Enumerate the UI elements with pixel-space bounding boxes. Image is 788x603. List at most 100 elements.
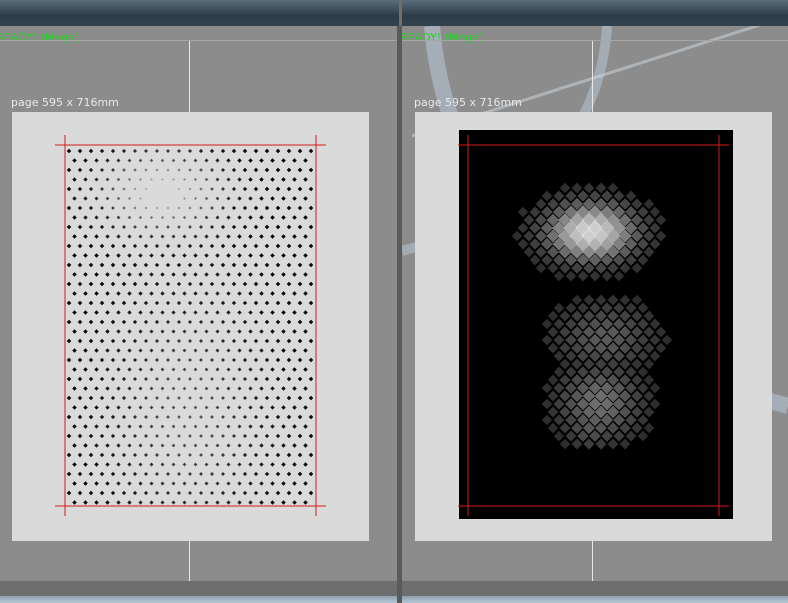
halftone-dot (275, 167, 281, 173)
halftone-dot (275, 281, 281, 287)
page-sheet[interactable] (415, 112, 772, 541)
halftone-dot (242, 148, 248, 154)
halftone-dot (204, 158, 209, 163)
halftone-dot (66, 205, 72, 211)
halftone-dot (286, 167, 292, 173)
halftone-dot (204, 291, 209, 296)
viewport-left[interactable]: READY! (Mega) page 595 x 716mm (0, 26, 397, 581)
halftone-dot (171, 424, 176, 429)
halftone-dot (275, 414, 281, 420)
halftone-dot (149, 234, 154, 239)
halftone-dot (182, 348, 187, 353)
halftone-dot (231, 452, 237, 458)
halftone-dot (121, 414, 127, 420)
halftone-dot (176, 243, 182, 249)
halftone-dot (199, 377, 203, 381)
halftone-dot (166, 149, 170, 153)
halftone-dot (132, 300, 138, 306)
halftone-dot (231, 338, 237, 344)
halftone-dot (303, 443, 308, 448)
halftone-dot (193, 177, 198, 182)
halftone-dot (166, 225, 170, 229)
halftone-dot (94, 272, 99, 277)
halftone-dot (270, 329, 275, 334)
halftone-dot (226, 158, 231, 163)
halftone-dot (237, 291, 242, 296)
halftone-dot (215, 253, 220, 258)
halftone-dot (154, 281, 160, 287)
halftone-dot (99, 148, 105, 154)
halftone-dot (154, 319, 160, 325)
halftone-dot (149, 253, 154, 258)
halftone-dot (121, 148, 127, 154)
halftone-dot (237, 386, 242, 391)
halftone-dot (259, 329, 264, 334)
page-sheet[interactable] (12, 112, 369, 541)
halftone-dot (72, 367, 77, 372)
halftone-dot (264, 376, 270, 382)
halftone-dot (77, 395, 83, 401)
halftone-dot (281, 424, 286, 429)
halftone-dot (138, 291, 143, 296)
halftone-dot (116, 386, 121, 391)
halftone-dot (286, 300, 292, 306)
halftone-dot (138, 424, 143, 429)
halftone-dot (166, 434, 170, 438)
guide-line (189, 541, 190, 581)
halftone-dot (286, 262, 292, 268)
halftone-dot (83, 405, 88, 410)
viewport-right[interactable]: READY! (Mega) page 595 x 716mm (402, 26, 788, 581)
halftone-dot (308, 281, 314, 287)
halftone-dot (226, 310, 231, 315)
halftone-dot (281, 462, 286, 467)
halftone-dot (308, 471, 314, 477)
halftone-dot (127, 234, 132, 239)
halftone-dot (177, 206, 181, 210)
halftone-dot (182, 272, 187, 277)
halftone-dot (122, 225, 126, 229)
halftone-dot (94, 253, 99, 258)
halftone-dot (105, 424, 110, 429)
halftone-dot (209, 319, 215, 325)
halftone-dot (105, 462, 110, 467)
halftone-dot (297, 433, 303, 439)
halftone-dot (116, 196, 121, 201)
halftone-dot (105, 272, 110, 277)
halftone-dot (204, 310, 209, 315)
halftone-dot (154, 262, 160, 268)
halftone-dot (215, 310, 220, 315)
halftone-dot (242, 186, 248, 192)
halftone-dot (94, 291, 99, 296)
halftone-dot (204, 367, 209, 372)
halftone-dot (297, 186, 303, 192)
halftone-dot (110, 395, 116, 401)
halftone-dot (72, 158, 77, 163)
halftone-dot (66, 452, 72, 458)
halftone-dot (166, 453, 170, 457)
halftone-dot (127, 272, 132, 277)
halftone-dot (83, 481, 88, 486)
halftone-dot (182, 462, 187, 467)
halftone-dots (66, 148, 314, 505)
halftone-dot (116, 272, 121, 277)
halftone-dot (226, 329, 231, 334)
halftone-dot (154, 300, 160, 306)
halftone-dot (182, 367, 187, 372)
halftone-dot (259, 158, 264, 163)
halftone-dot (303, 386, 308, 391)
halftone-dot (94, 367, 99, 372)
halftone-dot (237, 424, 242, 429)
halftone-dot (199, 225, 203, 229)
halftone-dot (144, 206, 148, 210)
halftone-dot (237, 253, 242, 258)
halftone-dot (303, 177, 308, 182)
halftone-dot (281, 443, 286, 448)
halftone-dot (281, 405, 286, 410)
halftone-dot (232, 434, 236, 438)
halftone-dot (110, 452, 116, 458)
halftone-dot (182, 158, 187, 163)
halftone-dot (110, 148, 116, 154)
halftone-dot (160, 386, 165, 391)
halftone-dot (111, 187, 115, 191)
halftone-dot (209, 338, 215, 344)
